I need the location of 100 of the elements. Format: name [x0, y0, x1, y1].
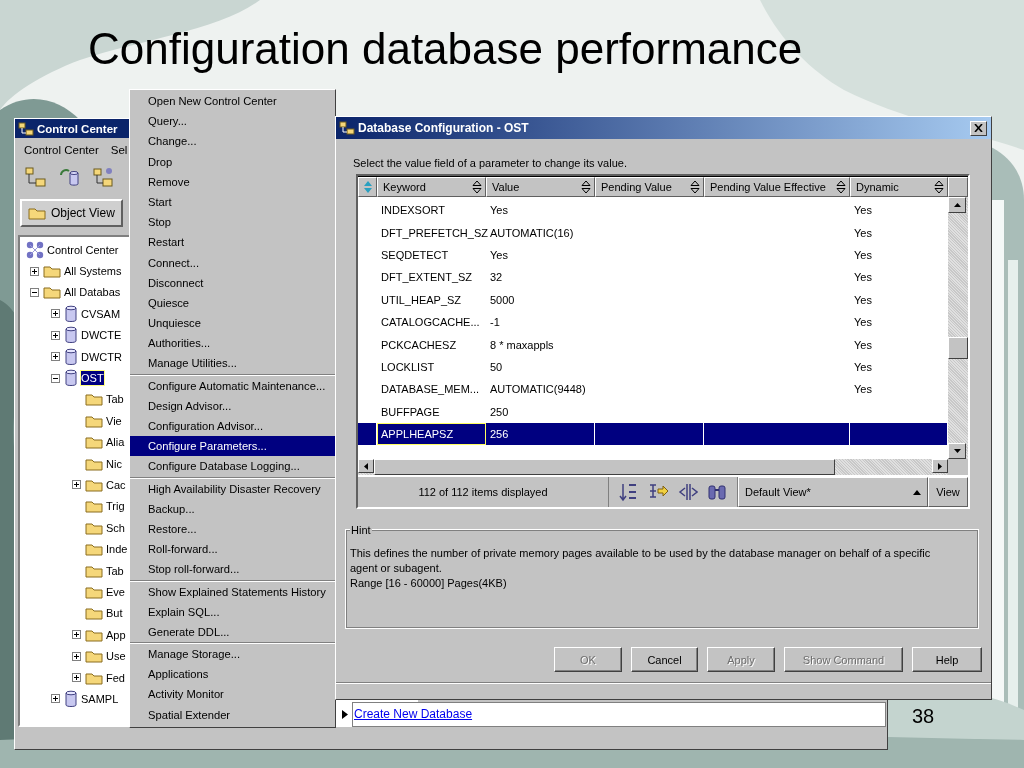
table-cell: APPLHEAPSZ	[381, 428, 454, 441]
table-cell: AUTOMATIC(16)	[490, 226, 574, 239]
menu-item[interactable]: Query...	[130, 111, 335, 132]
table-cell: AUTOMATIC(9448)	[490, 383, 586, 396]
tree-item[interactable]: SAMPL	[81, 691, 119, 706]
tree-item[interactable]: Alia	[106, 435, 125, 450]
menu-item[interactable]: Spatial Extender	[130, 704, 335, 725]
tree-item[interactable]: But	[106, 606, 123, 621]
tree-item[interactable]: Tab	[106, 563, 124, 578]
table-cell: Yes	[854, 226, 872, 239]
menu-item[interactable]: Explain SQL...	[130, 601, 335, 622]
menu-item[interactable]: Drop	[130, 151, 335, 172]
menu-item[interactable]: Open New Control Center	[130, 91, 335, 112]
object-view-tab[interactable]: Object View	[20, 199, 123, 227]
menu-item[interactable]: Backup...	[130, 498, 335, 519]
tree-item[interactable]: CVSAM	[81, 306, 121, 321]
menu-item[interactable]: Roll-forward...	[130, 539, 335, 560]
menu-item[interactable]: Configure Automatic Maintenance...	[130, 375, 335, 396]
tree-item[interactable]: DWCTE	[81, 328, 122, 343]
table-cell: CATALOGCACHE...	[381, 316, 480, 329]
column-header[interactable]: Value	[486, 177, 595, 197]
table-cell: DFT_PREFETCH_SZ	[381, 226, 488, 239]
group-label: Hint	[350, 523, 372, 537]
window-title: Control Center	[37, 122, 118, 135]
table-cell: BUFFPAGE	[381, 405, 440, 418]
selected-row[interactable]: APPLHEAPSZ 256	[358, 422, 948, 446]
table-cell: Yes	[854, 383, 872, 396]
menu-item[interactable]: Configure Database Logging...	[130, 456, 335, 477]
column-header[interactable]: Pending Value Effective	[704, 177, 850, 197]
menu-item[interactable]: Generate DDL...	[130, 621, 335, 643]
table-cell: Yes	[490, 248, 508, 261]
menu-item[interactable]: Disconnect	[130, 272, 335, 293]
menu-item[interactable]: Stop roll-forward...	[130, 559, 335, 580]
table-cell: DFT_EXTENT_SZ	[381, 271, 473, 284]
menu-item[interactable]: Start	[130, 191, 335, 213]
create-database-link[interactable]: Create New Database	[354, 707, 473, 721]
table-cell: 5000	[490, 293, 515, 306]
tree-item[interactable]: Tab	[106, 392, 124, 407]
menu-item[interactable]: Remove	[130, 171, 335, 192]
window-title: Database Configuration - OST	[358, 121, 530, 135]
table-cell: Yes	[854, 360, 872, 373]
status-text: 112 of 112 items displayed	[418, 486, 548, 498]
menu-item[interactable]: High Availability Disaster Recovery	[130, 478, 335, 499]
tree-item[interactable]: OST	[81, 371, 104, 386]
dialog-button[interactable]: Help	[912, 647, 982, 672]
menu-item[interactable]: Authorities...	[130, 333, 335, 354]
table-cell: 256	[490, 428, 509, 441]
column-header[interactable]: Dynamic	[850, 177, 948, 197]
table-cell: DATABASE_MEM...	[381, 383, 479, 396]
tree-item[interactable]: All Systems	[64, 264, 122, 279]
menu-item[interactable]: Activity Monitor	[130, 684, 335, 705]
table-cell: INDEXSORT	[381, 204, 445, 217]
column-header[interactable]: Pending Value	[595, 177, 704, 197]
menu-item[interactable]: Manage Utilities...	[130, 353, 335, 374]
table-cell: PCKCACHESZ	[381, 338, 457, 351]
table-cell: UTIL_HEAP_SZ	[381, 293, 462, 306]
dialog-button[interactable]: Cancel	[631, 647, 698, 672]
menu-item[interactable]: Configuration Advisor...	[130, 416, 335, 437]
tree-item[interactable]: Cac	[106, 478, 126, 492]
tree-item[interactable]: Vie	[106, 413, 122, 428]
tree-item[interactable]: Inde	[106, 542, 128, 557]
table-cell: 50	[490, 360, 503, 373]
tree-item[interactable]: Fed	[106, 670, 125, 685]
table-cell: Yes	[854, 316, 872, 329]
menu-item[interactable]: Applications	[130, 664, 335, 685]
menu-item[interactable]: Connect...	[130, 252, 335, 273]
tree-item[interactable]: All Databas	[64, 285, 121, 300]
column-header[interactable]: Keyword	[377, 177, 486, 197]
tree-item[interactable]: Use	[106, 649, 126, 664]
menu-item[interactable]: Manage Storage...	[130, 644, 335, 665]
tree-item[interactable]: Sch	[106, 520, 125, 535]
view-button[interactable]: View	[928, 477, 968, 507]
menu-item[interactable]: Unquiesce	[130, 313, 335, 334]
menu-item[interactable]: Show Explained Statements History	[130, 581, 335, 602]
menu-item[interactable]: Design Advisor...	[130, 395, 335, 416]
slide-title: Configuration database performance	[88, 24, 803, 74]
tree-item[interactable]: Control Center	[47, 242, 119, 257]
tree-item[interactable]: Eve	[106, 584, 125, 599]
hint-text: This defines the number of private memory pages available to be used by the database manager on behalf of a specific agent or subagent.	[350, 546, 932, 576]
table-cell: Yes	[490, 204, 508, 217]
tree-item[interactable]: Nic	[106, 456, 122, 471]
menu-item[interactable]: Stop	[130, 212, 335, 233]
menu-item[interactable]: Restore...	[130, 518, 335, 540]
table-cell: 8 * maxappls	[490, 338, 554, 351]
menu-item[interactable]: Quiesce	[130, 292, 335, 314]
tree-item[interactable]: DWCTR	[81, 349, 122, 364]
table-cell: Yes	[854, 293, 872, 306]
tree-item[interactable]: App	[106, 627, 126, 642]
menu-item[interactable]: Change...	[130, 131, 335, 152]
table-cell: -1	[490, 316, 500, 329]
tree-item[interactable]: Trig	[106, 499, 125, 514]
table-cell: 250	[490, 405, 509, 418]
view-dropdown[interactable]: Default View*	[738, 477, 928, 507]
table-cell: SEQDETECT	[381, 248, 449, 261]
menu-item[interactable]: Configure Parameters...	[130, 436, 335, 457]
range-text: Range [16 - 60000] Pages(4KB)	[350, 576, 508, 591]
menu-item[interactable]: Control Center	[24, 143, 99, 156]
menu-item[interactable]: Sel	[110, 143, 128, 156]
menu-item[interactable]: Restart	[130, 232, 335, 253]
table-cell: 32	[490, 271, 503, 284]
